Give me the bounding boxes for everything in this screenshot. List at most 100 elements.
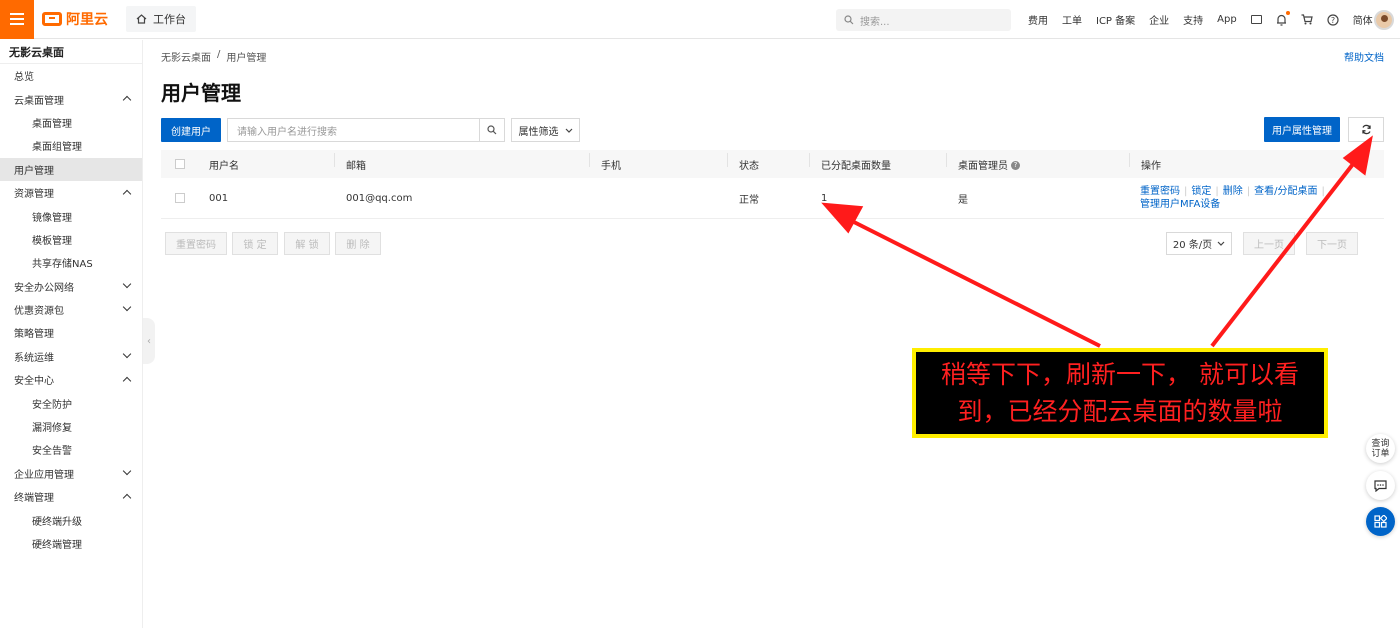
attribute-filter-dropdown[interactable]: 属性筛选 — [511, 118, 580, 142]
chevron-up-icon — [122, 96, 132, 105]
brand-name: 阿里云 — [66, 12, 108, 28]
user-table: 用户名 邮箱 手机 状态 已分配桌面数量 桌面管理员? 操作 001 001@q… — [161, 150, 1384, 219]
sidebar-item[interactable]: 硬终端升级 — [0, 508, 142, 531]
sidebar-item[interactable]: 桌面管理 — [0, 111, 142, 134]
bell-icon[interactable] — [1276, 10, 1290, 26]
breadcrumb-root[interactable]: 无影云桌面 — [161, 49, 211, 64]
search-button[interactable] — [480, 118, 505, 142]
sidebar-item[interactable]: 硬终端管理 — [0, 532, 142, 555]
lock-link[interactable]: 锁定 — [1191, 186, 1211, 197]
nav-icp[interactable]: ICP 备案 — [1096, 12, 1135, 27]
help-docs-link[interactable]: 帮助文档 — [1344, 49, 1384, 64]
next-page-button[interactable]: 下一页 — [1306, 232, 1358, 255]
col-desktop-admin: 桌面管理员? — [946, 152, 1020, 172]
sidebar-item-label: 桌面组管理 — [32, 142, 82, 154]
sidebar-item[interactable]: 系统运维 — [0, 345, 142, 368]
sidebar-item-label: 策略管理 — [14, 329, 54, 341]
top-nav: 费用 工单 ICP 备案 企业 支持 App ? 简体 — [1028, 0, 1387, 39]
language-switch[interactable]: 简体 — [1353, 12, 1373, 27]
sidebar-item-label: 资源管理 — [14, 189, 54, 201]
nav-support[interactable]: 支持 — [1183, 12, 1203, 27]
sidebar-item-label: 云桌面管理 — [14, 95, 64, 107]
apps-grid-icon[interactable] — [1366, 507, 1395, 536]
nav-tickets[interactable]: 工单 — [1062, 12, 1082, 27]
terminal-icon[interactable] — [1250, 15, 1262, 24]
sidebar-item[interactable]: 优惠资源包 — [0, 298, 142, 321]
cell-email: 001@qq.com — [346, 192, 413, 204]
sidebar-menu: 总览 云桌面管理 桌面管理 桌面组管理 用户管理 资源管理 镜像管理 模板管理 共享存储NAS 安… — [0, 64, 142, 555]
cell-status: 正常 — [739, 194, 759, 206]
sidebar-item[interactable]: 镜像管理 — [0, 204, 142, 227]
bulk-delete-button[interactable]: 删 除 — [335, 232, 381, 255]
order-query-label: 查询订单 — [1371, 438, 1390, 459]
col-desktop-admin-label: 桌面管理员 — [958, 160, 1008, 172]
global-search-placeholder: 搜索... — [860, 16, 890, 28]
nav-enterprise[interactable]: 企业 — [1149, 12, 1169, 27]
hamburger-menu-icon[interactable] — [0, 0, 34, 39]
sidebar-item[interactable]: 策略管理 — [0, 321, 142, 344]
sidebar-item-label: 漏洞修复 — [32, 423, 72, 435]
user-search-input[interactable]: 请输入用户名进行搜索 — [227, 118, 480, 142]
annotation-callout: 稍等下下，刷新一下， 就可以看 到，已经分配云桌面的数量啦 — [912, 348, 1328, 438]
nav-fees[interactable]: 费用 — [1028, 12, 1048, 27]
aliyun-logo-icon — [42, 12, 62, 26]
page-size-label: 20 条/页 — [1172, 240, 1213, 251]
annotation-line-1: 稍等下下，刷新一下， 就可以看 — [941, 360, 1299, 389]
sidebar-item[interactable]: 终端管理 — [0, 485, 142, 508]
help-icon[interactable]: ? — [1327, 13, 1339, 26]
sidebar-item[interactable]: 安全告警 — [0, 438, 142, 461]
chevron-up-icon — [122, 493, 132, 503]
cart-icon[interactable] — [1301, 14, 1313, 25]
sidebar-item[interactable]: 企业应用管理 — [0, 462, 142, 485]
sidebar-item[interactable]: 桌面组管理 — [0, 134, 142, 157]
order-query-button[interactable]: 查询订单 — [1366, 434, 1395, 463]
sidebar-item-label: 终端管理 — [14, 493, 54, 505]
workbench-button[interactable]: 工作台 — [126, 6, 196, 32]
sidebar-item[interactable]: 用户管理 — [0, 157, 142, 181]
chevron-down-icon — [122, 349, 132, 358]
sidebar-item[interactable]: 安全办公网络 — [0, 275, 142, 298]
sidebar-item-label: 优惠资源包 — [14, 306, 64, 318]
nav-app[interactable]: App — [1217, 14, 1237, 25]
user-attribute-management-button[interactable]: 用户属性管理 — [1264, 117, 1340, 142]
reset-password-link[interactable]: 重置密码 — [1140, 186, 1180, 197]
sidebar-item[interactable]: 云桌面管理 — [0, 87, 142, 110]
sidebar-item-label: 系统运维 — [14, 352, 54, 364]
select-all-checkbox[interactable] — [175, 159, 185, 169]
sidebar-item[interactable]: 资源管理 — [0, 181, 142, 204]
table-header: 用户名 邮箱 手机 状态 已分配桌面数量 桌面管理员? 操作 — [161, 150, 1384, 178]
refresh-button[interactable] — [1348, 117, 1384, 142]
prev-page-button[interactable]: 上一页 — [1243, 232, 1295, 255]
sidebar-item[interactable]: 漏洞修复 — [0, 415, 142, 438]
sidebar-item[interactable]: 共享存储NAS — [0, 251, 142, 274]
chat-icon[interactable] — [1366, 471, 1395, 500]
manage-mfa-link[interactable]: 管理用户MFA设备 — [1140, 199, 1220, 210]
col-desktop-count: 已分配桌面数量 — [809, 152, 891, 172]
bulk-lock-button[interactable]: 锁 定 — [232, 232, 278, 255]
row-checkbox[interactable] — [175, 193, 185, 203]
create-user-button[interactable]: 创建用户 — [161, 118, 221, 142]
help-icon[interactable]: ? — [1011, 161, 1020, 170]
sidebar-item[interactable]: 模板管理 — [0, 228, 142, 251]
chevron-up-icon — [122, 376, 132, 386]
user-avatar[interactable] — [1374, 10, 1394, 30]
sidebar-item[interactable]: 总览 — [0, 64, 142, 87]
breadcrumb-separator: / — [217, 49, 221, 60]
col-phone: 手机 — [589, 152, 621, 172]
bulk-reset-password-button[interactable]: 重置密码 — [165, 232, 227, 255]
page-title: 用户管理 — [161, 81, 241, 105]
cell-username: 001 — [209, 192, 229, 204]
global-search-input[interactable]: 搜索... — [836, 9, 1011, 31]
brand-logo[interactable]: 阿里云 — [42, 9, 108, 29]
sidebar-item[interactable]: 安全防护 — [0, 391, 142, 414]
sidebar-item[interactable]: 安全中心 — [0, 368, 142, 391]
bulk-unlock-button[interactable]: 解 锁 — [284, 232, 330, 255]
action-separator: | — [1215, 186, 1219, 197]
view-assign-desktop-link[interactable]: 查看/分配桌面 — [1254, 186, 1317, 197]
chevron-down-icon — [122, 302, 132, 312]
top-bar: 阿里云 工作台 搜索... 费用 工单 ICP 备案 企业 支持 App ? 简… — [0, 0, 1400, 39]
cell-desktop-count: 1 — [821, 192, 828, 204]
delete-link[interactable]: 删除 — [1223, 186, 1243, 197]
page-size-select[interactable]: 20 条/页 — [1166, 232, 1232, 255]
sidebar-title: 无影云桌面 — [0, 40, 142, 64]
